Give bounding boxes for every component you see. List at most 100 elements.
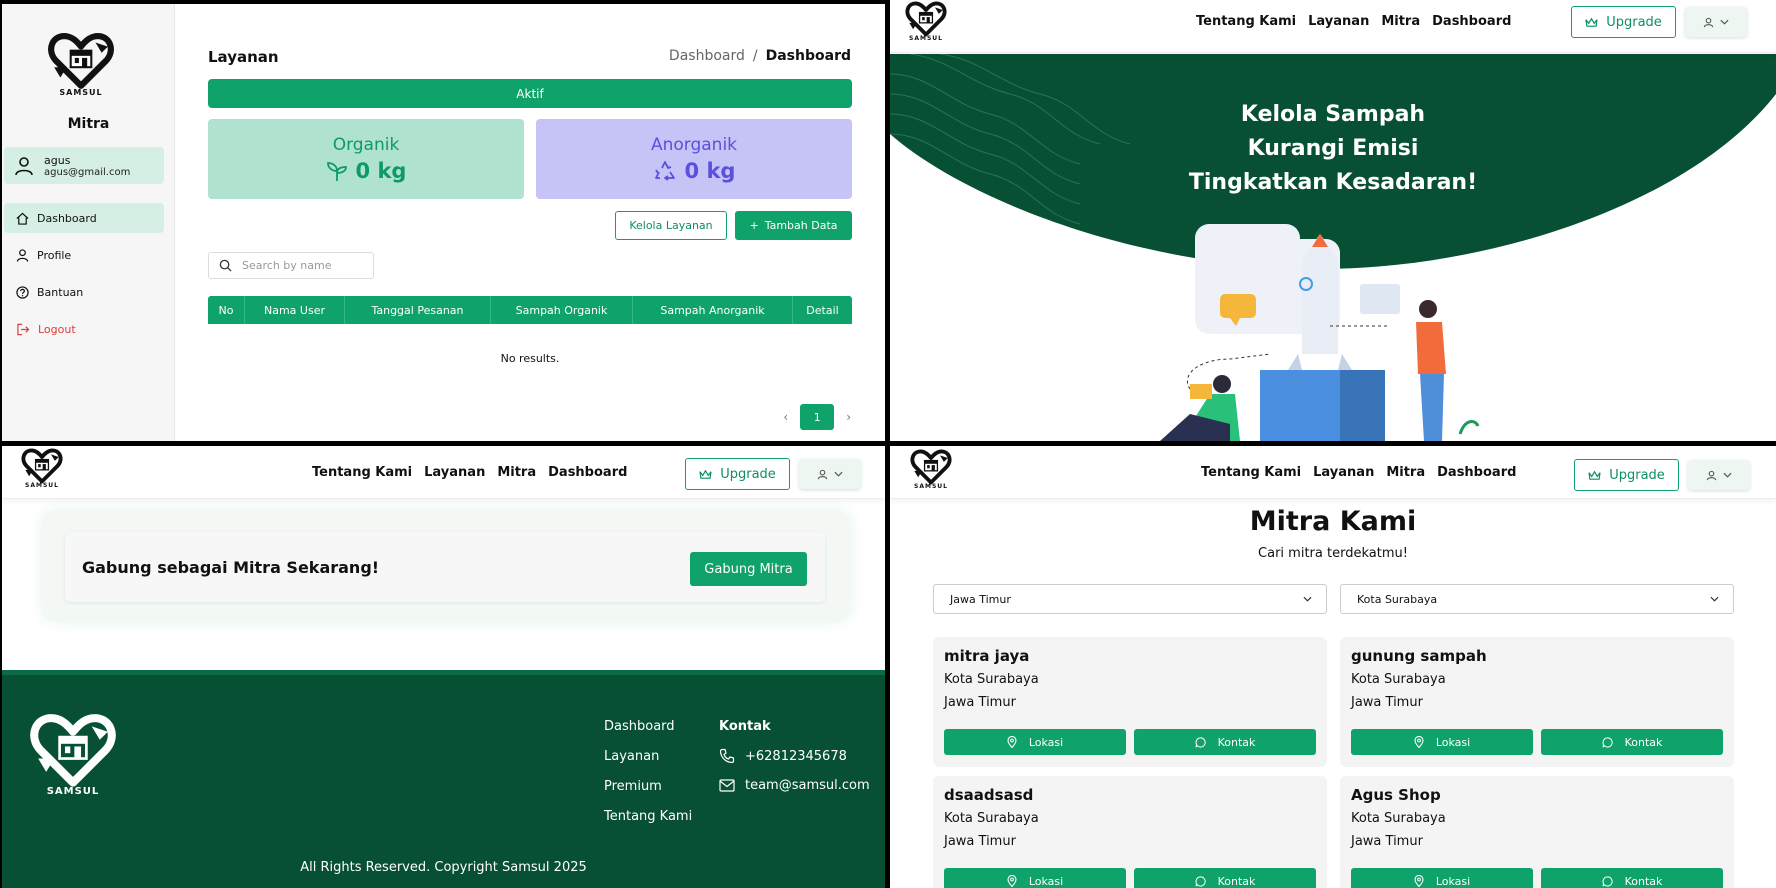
footer-link-premium[interactable]: Premium	[604, 779, 692, 794]
column-header[interactable]: Sampah Anorganik	[633, 296, 793, 324]
brand-logo[interactable]: SAMSUL	[904, 1, 948, 42]
chevron-down-icon	[1710, 596, 1719, 602]
column-header[interactable]: Sampah Organik	[491, 296, 633, 324]
brand-name: SAMSUL	[914, 483, 948, 490]
kontak-button[interactable]: Kontak	[1134, 729, 1316, 755]
contact-email-text: team@samsul.com	[745, 778, 870, 793]
tambah-data-button[interactable]: + Tambah Data	[735, 211, 852, 240]
prev-page-icon[interactable]: ‹	[783, 410, 788, 424]
footer-link-dashboard[interactable]: Dashboard	[604, 719, 692, 734]
stat-card-anorganik: Anorganik 0 kg	[536, 119, 852, 199]
sidebar-item-bantuan[interactable]: Bantuan	[4, 277, 164, 307]
lokasi-button[interactable]: Lokasi	[1351, 868, 1533, 888]
samsul-logo-icon	[20, 448, 64, 484]
sidebar-item-logout[interactable]: Logout	[4, 314, 164, 344]
nav-link-tentang-kami[interactable]: Tentang Kami	[1201, 465, 1301, 480]
upgrade-button[interactable]: Upgrade	[1574, 459, 1679, 491]
mitra-name: gunung sampah	[1351, 647, 1487, 665]
column-header[interactable]: Tanggal Pesanan	[345, 296, 491, 324]
lokasi-button[interactable]: Lokasi	[944, 868, 1126, 888]
hero-panel: Kelola Sampah Kurangi Emisi Tingkatkan K…	[890, 0, 1776, 441]
page-subtitle: Cari mitra terdekatmu!	[1258, 546, 1408, 561]
kontak-button[interactable]: Kontak	[1541, 868, 1723, 888]
nav-link-tentang-kami[interactable]: Tentang Kami	[1196, 14, 1296, 29]
mitra-province: Jawa Timur	[944, 695, 1016, 710]
nav-links: Tentang Kami Layanan Mitra Dashboard	[312, 465, 627, 480]
kontak-button[interactable]: Kontak	[1541, 729, 1723, 755]
nav-link-mitra[interactable]: Mitra	[1381, 14, 1420, 29]
next-page-icon[interactable]: ›	[846, 410, 851, 424]
nav-link-mitra[interactable]: Mitra	[497, 465, 536, 480]
mitra-city: Kota Surabaya	[944, 811, 1039, 826]
lokasi-label: Lokasi	[1028, 874, 1064, 888]
user-card[interactable]: agus agus@gmail.com	[4, 147, 164, 184]
page-title: Layanan	[208, 48, 279, 66]
nav-link-layanan[interactable]: Layanan	[1308, 14, 1369, 29]
sidebar-item-profile[interactable]: Profile	[4, 240, 164, 270]
kelola-layanan-button[interactable]: Kelola Layanan	[615, 211, 727, 240]
nav-link-layanan[interactable]: Layanan	[1313, 465, 1374, 480]
user-menu-dropdown[interactable]	[799, 459, 861, 489]
search-input[interactable]: Search by name	[208, 252, 374, 279]
footer-contact: Kontak +62812345678 team@samsul.com	[719, 719, 870, 793]
lokasi-button[interactable]: Lokasi	[944, 729, 1126, 755]
nav-link-dashboard[interactable]: Dashboard	[548, 465, 627, 480]
upgrade-button[interactable]: Upgrade	[1571, 6, 1676, 38]
province-select[interactable]: Jawa Timur	[933, 584, 1327, 614]
mitra-name: mitra jaya	[944, 647, 1030, 665]
column-header[interactable]: Nama User	[245, 296, 345, 324]
user-menu-dropdown[interactable]	[1688, 460, 1750, 490]
breadcrumb-item[interactable]: Dashboard	[669, 48, 745, 64]
sprout-icon	[326, 162, 347, 181]
chevron-down-icon	[1723, 472, 1732, 478]
sidebar-item-label: Dashboard	[37, 211, 97, 225]
user-menu-dropdown[interactable]	[1685, 7, 1747, 37]
mitra-name: Agus Shop	[1351, 786, 1441, 804]
chevron-down-icon	[1303, 596, 1312, 602]
page-button[interactable]: 1	[800, 404, 835, 430]
top-navbar: SAMSUL Tentang Kami Layanan Mitra Dashbo…	[2, 446, 885, 499]
samsul-logo-icon	[48, 32, 114, 90]
nav-link-tentang-kami[interactable]: Tentang Kami	[312, 465, 412, 480]
column-header[interactable]: No	[208, 296, 245, 324]
table-header: No Nama User Tanggal Pesanan Sampah Orga…	[208, 296, 852, 324]
sidebar: SAMSUL Mitra agus agus@gmail.com Dashboa…	[2, 4, 175, 441]
mitra-province: Jawa Timur	[1351, 695, 1423, 710]
mitra-city: Kota Surabaya	[944, 672, 1039, 687]
upgrade-label: Upgrade	[1606, 14, 1662, 30]
nav-link-dashboard[interactable]: Dashboard	[1437, 465, 1516, 480]
user-icon	[1706, 470, 1717, 480]
footer: SAMSUL Dashboard Layanan Premium Tentang…	[2, 670, 885, 888]
nav-link-dashboard[interactable]: Dashboard	[1432, 14, 1511, 29]
lokasi-button[interactable]: Lokasi	[1351, 729, 1533, 755]
hero-line: Tingkatkan Kesadaran!	[1188, 170, 1478, 195]
brand-name: SAMSUL	[909, 35, 943, 42]
contact-title: Kontak	[719, 719, 771, 734]
brand-logo[interactable]: SAMSUL	[20, 448, 64, 489]
lokasi-label: Lokasi	[1435, 874, 1471, 888]
column-header[interactable]: Detail	[793, 296, 852, 324]
user-email: agus@gmail.com	[44, 166, 131, 178]
search-icon	[219, 259, 232, 272]
map-pin-icon	[1414, 875, 1424, 887]
city-select[interactable]: Kota Surabaya	[1340, 584, 1734, 614]
footer-link-layanan[interactable]: Layanan	[604, 749, 692, 764]
footer-logo[interactable]: SAMSUL	[30, 713, 116, 797]
mitra-province: Jawa Timur	[1351, 834, 1423, 849]
city-value: Kota Surabaya	[1357, 592, 1438, 606]
brand-logo[interactable]: SAMSUL	[909, 449, 953, 490]
nav-link-mitra[interactable]: Mitra	[1386, 465, 1425, 480]
contact-phone[interactable]: +62812345678	[719, 748, 870, 764]
brand-logo[interactable]: SAMSUL	[48, 32, 114, 97]
upgrade-button[interactable]: Upgrade	[685, 458, 790, 490]
mitra-name: dsaadsasd	[944, 786, 1034, 804]
nav-link-layanan[interactable]: Layanan	[424, 465, 485, 480]
contact-email[interactable]: team@samsul.com	[719, 778, 870, 793]
mail-icon	[719, 779, 735, 792]
gabung-mitra-button[interactable]: Gabung Mitra	[690, 552, 807, 586]
mitra-panel: Mitra Kami Cari mitra terdekatmu! Jawa T…	[890, 446, 1776, 888]
footer-link-tentang-kami[interactable]: Tentang Kami	[604, 809, 692, 824]
lokasi-label: Lokasi	[1435, 735, 1471, 749]
kontak-button[interactable]: Kontak	[1134, 868, 1316, 888]
sidebar-item-dashboard[interactable]: Dashboard	[4, 203, 164, 233]
